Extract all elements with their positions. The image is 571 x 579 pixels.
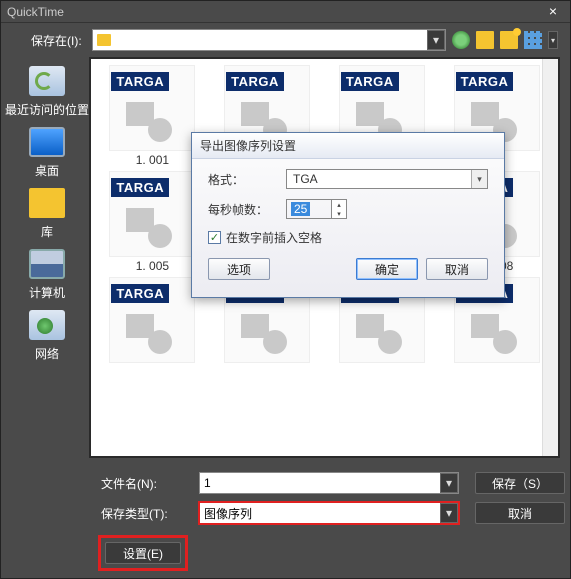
desktop-icon — [29, 127, 65, 157]
ok-button[interactable]: 确定 — [356, 258, 418, 280]
library-icon — [29, 188, 65, 218]
save-in-row: 保存在(I): 新建文件夹 ▾ ▾ — [1, 23, 570, 57]
up-folder-icon[interactable] — [476, 31, 494, 49]
format-value: TGA — [293, 172, 318, 186]
sidebar-item-label: 桌面 — [35, 162, 59, 179]
filetype-value: 图像序列 — [204, 505, 252, 522]
fps-input[interactable]: 25 — [286, 199, 332, 219]
sidebar-item-library[interactable]: 库 — [27, 185, 67, 240]
modal-body: 格式： TGA ▾ 每秒帧数： 25 ▴▾ ✓ 在数字前插入空格 选项 确定 取… — [192, 159, 504, 290]
export-settings-dialog: 导出图像序列设置 格式： TGA ▾ 每秒帧数： 25 ▴▾ ✓ 在数字前插入空… — [191, 132, 505, 298]
back-icon[interactable] — [452, 31, 470, 49]
sidebar-item-recent[interactable]: 最近访问的位置 — [5, 63, 89, 118]
network-icon — [29, 310, 65, 340]
chevron-down-icon[interactable]: ▾ — [440, 503, 458, 523]
spin-down-icon[interactable]: ▾ — [332, 209, 346, 218]
file-caption: 1. 001 — [136, 153, 169, 167]
sidebar-item-label: 最近访问的位置 — [5, 101, 89, 118]
save-in-combo[interactable]: 新建文件夹 ▾ — [92, 29, 446, 51]
modal-title: 导出图像序列设置 — [192, 133, 504, 159]
file-thumb: TARGA — [109, 65, 195, 151]
view-dropdown-icon[interactable]: ▾ — [548, 31, 558, 49]
cancel-button[interactable]: 取消 — [475, 502, 565, 524]
settings-button[interactable]: 设置(E) — [105, 542, 181, 564]
options-button[interactable]: 选项 — [208, 258, 270, 280]
computer-icon — [29, 249, 65, 279]
targa-badge: TARGA — [456, 72, 514, 91]
chevron-down-icon[interactable]: ▾ — [427, 30, 445, 50]
save-in-value: 新建文件夹 — [115, 32, 175, 49]
targa-badge: TARGA — [226, 72, 284, 91]
file-caption: 1. 005 — [136, 259, 169, 273]
settings-highlight: 设置(E) — [101, 538, 185, 568]
targa-badge: TARGA — [111, 178, 169, 197]
pad-spaces-checkbox[interactable]: ✓ — [208, 231, 221, 244]
recent-icon — [29, 66, 65, 96]
window-title: QuickTime — [7, 5, 542, 19]
fps-spinner[interactable]: ▴▾ — [331, 199, 347, 219]
scrollbar[interactable] — [542, 59, 558, 456]
save-button[interactable]: 保存（S） — [475, 472, 565, 494]
save-in-label: 保存在(I): — [31, 32, 82, 49]
file-thumb: TARGA — [109, 171, 195, 257]
sidebar-item-network[interactable]: 网络 — [27, 307, 67, 362]
folder-icon — [97, 34, 111, 46]
places-sidebar: 最近访问的位置 桌面 库 计算机 网络 — [5, 57, 89, 458]
chevron-down-icon[interactable]: ▾ — [471, 170, 487, 188]
sidebar-item-label: 网络 — [35, 345, 59, 362]
sidebar-item-label: 库 — [41, 223, 53, 240]
filetype-label: 保存类型(T): — [101, 505, 191, 522]
fps-label: 每秒帧数： — [208, 201, 278, 218]
targa-badge: TARGA — [341, 72, 399, 91]
close-icon[interactable]: × — [542, 3, 564, 21]
view-icon[interactable] — [524, 31, 542, 49]
format-combo[interactable]: TGA ▾ — [286, 169, 488, 189]
filename-label: 文件名(N): — [101, 475, 191, 492]
pad-spaces-label: 在数字前插入空格 — [226, 229, 322, 246]
filename-value: 1 — [204, 476, 211, 490]
bottom-panel: 文件名(N): 1 ▾ 保存（S） 保存类型(T): 图像序列 ▾ 取消 设置(… — [1, 466, 570, 578]
sidebar-item-label: 计算机 — [29, 284, 65, 301]
new-folder-icon[interactable] — [500, 31, 518, 49]
modal-cancel-button[interactable]: 取消 — [426, 258, 488, 280]
spin-up-icon[interactable]: ▴ — [332, 200, 346, 209]
filetype-combo[interactable]: 图像序列 ▾ — [199, 502, 459, 524]
chevron-down-icon[interactable]: ▾ — [440, 473, 458, 493]
targa-badge: TARGA — [111, 72, 169, 91]
sidebar-item-desktop[interactable]: 桌面 — [27, 124, 67, 179]
targa-badge: TARGA — [111, 284, 169, 303]
fps-value: 25 — [291, 202, 310, 216]
file-thumb: TARGA — [109, 277, 195, 363]
sidebar-item-computer[interactable]: 计算机 — [27, 246, 67, 301]
filename-input[interactable]: 1 ▾ — [199, 472, 459, 494]
format-label: 格式： — [208, 171, 278, 188]
titlebar: QuickTime × — [1, 1, 570, 23]
